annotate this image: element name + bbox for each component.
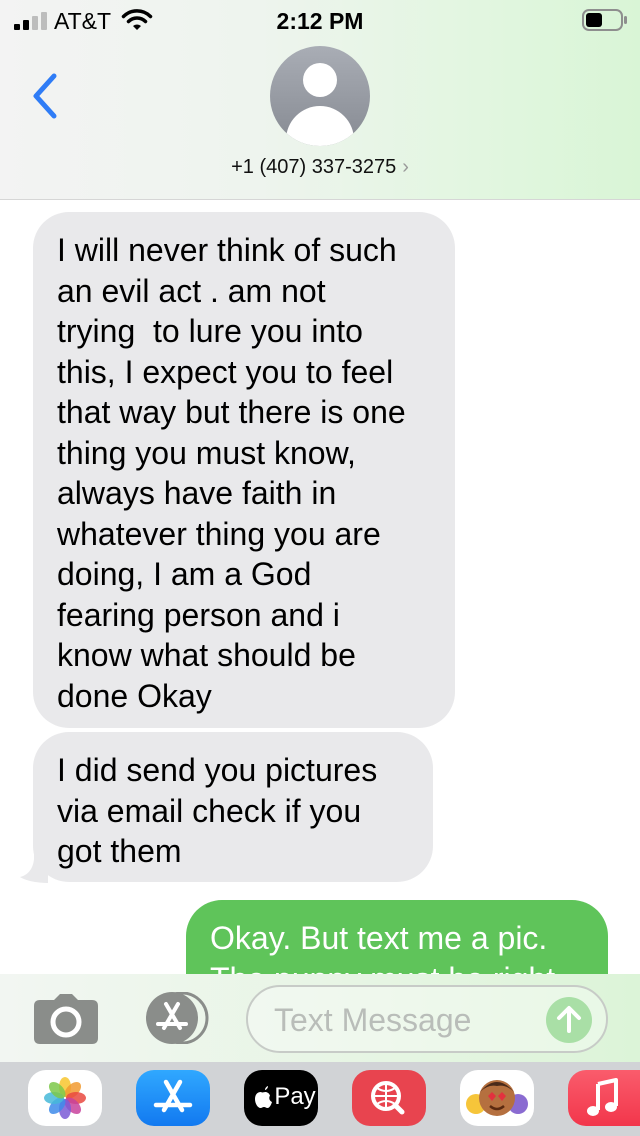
clock: 2:12 PM bbox=[276, 8, 364, 34]
apple-pay-label: Pay bbox=[274, 1083, 316, 1110]
person-silhouette-icon bbox=[303, 63, 337, 97]
message-input[interactable] bbox=[274, 1001, 534, 1039]
back-button[interactable] bbox=[26, 70, 66, 122]
avatar-body bbox=[286, 106, 354, 146]
message-thread[interactable]: I will never think of such an evil act .… bbox=[0, 201, 640, 974]
app-store-icon bbox=[153, 1079, 193, 1113]
apple-pay-app-button[interactable]: Pay bbox=[244, 1070, 318, 1126]
outgoing-message[interactable]: Okay. But text me a pic. The puppy must … bbox=[186, 900, 608, 974]
photos-icon bbox=[44, 1077, 86, 1119]
send-button[interactable] bbox=[546, 997, 592, 1043]
incoming-message[interactable]: I did send you pictures via email check … bbox=[33, 732, 433, 882]
compose-bar bbox=[0, 974, 640, 1062]
web-search-icon bbox=[371, 1081, 405, 1115]
apps-button[interactable] bbox=[140, 991, 214, 1045]
contact-name-button[interactable]: +1 (407) 337-3275 › bbox=[0, 156, 640, 179]
message-input-field[interactable] bbox=[246, 985, 608, 1053]
chevron-left-icon bbox=[33, 73, 57, 119]
music-icon bbox=[587, 1078, 618, 1116]
incoming-message[interactable]: I will never think of such an evil act .… bbox=[33, 212, 455, 728]
contact-number: +1 (407) 337-3275 bbox=[231, 156, 397, 178]
music-app-button[interactable] bbox=[568, 1070, 640, 1126]
imessage-app-drawer: Pay bbox=[0, 1062, 640, 1136]
battery-icon bbox=[582, 9, 627, 31]
contact-avatar[interactable] bbox=[270, 46, 370, 146]
app-store-icon bbox=[146, 991, 209, 1045]
send-arrow-up-icon bbox=[557, 1006, 581, 1033]
camera-icon bbox=[34, 994, 98, 1044]
memoji-app-button[interactable] bbox=[460, 1070, 534, 1126]
camera-button[interactable] bbox=[34, 994, 98, 1044]
memoji-icon bbox=[466, 1080, 528, 1116]
app-store-app-button[interactable] bbox=[136, 1070, 210, 1126]
photos-app-button[interactable] bbox=[28, 1070, 102, 1126]
web-search-app-button[interactable] bbox=[352, 1070, 426, 1126]
bubble-tail bbox=[20, 851, 48, 883]
status-bar: AT&T 2:12 PM bbox=[0, 0, 640, 40]
chevron-right-icon: › bbox=[402, 156, 409, 178]
